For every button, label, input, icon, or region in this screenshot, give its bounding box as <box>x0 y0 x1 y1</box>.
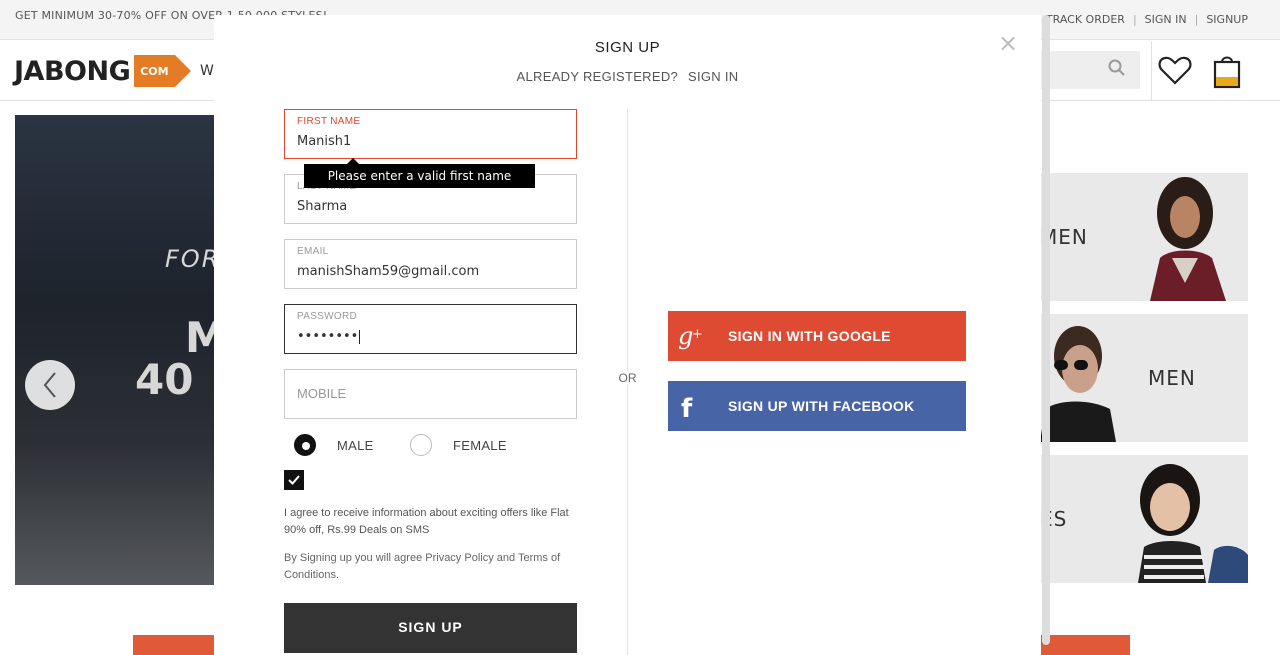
nav-item-partial[interactable]: W <box>200 63 214 79</box>
svg-text:+: + <box>692 327 703 342</box>
validation-tooltip: Please enter a valid first name <box>304 158 535 188</box>
logo-badge: COM <box>134 55 192 87</box>
password-label: PASSWORD <box>297 311 357 322</box>
text-caret <box>359 329 361 344</box>
last-name-value[interactable]: Sharma <box>297 199 347 214</box>
top-signup-link[interactable]: SIGNUP <box>1206 13 1248 26</box>
google-signin-button[interactable]: g + SIGN IN WITH GOOGLE <box>668 311 966 361</box>
male-label: MALE <box>337 437 374 453</box>
facebook-button-label: SIGN UP WITH FACEBOOK <box>728 398 915 414</box>
password-mask: •••••••• <box>297 329 359 344</box>
category-tile-kids[interactable]: ES <box>1040 455 1248 583</box>
google-plus-icon: g + <box>678 321 708 351</box>
wishlist-heart-icon[interactable] <box>1158 54 1192 90</box>
signup-modal: SIGN UP ALREADY REGISTERED? SIGN IN × FI… <box>214 15 1041 655</box>
carousel-prev-arrow-icon[interactable] <box>25 360 75 410</box>
google-button-label: SIGN IN WITH GOOGLE <box>728 328 891 344</box>
modal-scrollbar[interactable] <box>1042 15 1050 645</box>
jabong-logo[interactable]: JABONG COM <box>14 55 192 87</box>
already-registered: ALREADY REGISTERED? SIGN IN <box>214 69 1041 84</box>
top-links: TRACK ORDER | SIGN IN | SIGNUP <box>1046 13 1248 26</box>
hero-banner[interactable]: FORE M 40 <box>15 115 236 585</box>
track-order-link[interactable]: TRACK ORDER <box>1046 13 1125 26</box>
modal-title: SIGN UP <box>594 39 661 56</box>
radio-selected-icon[interactable] <box>294 434 316 456</box>
category-tile-men[interactable]: MEN <box>1040 314 1248 442</box>
agree-text: I agree to receive information about exc… <box>284 507 569 536</box>
mobile-field[interactable]: MOBILE <box>284 369 577 419</box>
facebook-icon: f <box>678 391 708 424</box>
category-label: MEN <box>1148 366 1196 390</box>
first-name-label: FIRST NAME <box>297 116 361 127</box>
first-name-value[interactable]: Manish1 <box>297 134 351 149</box>
female-label: FEMALE <box>453 437 507 453</box>
top-signin-link[interactable]: SIGN IN <box>1145 13 1187 26</box>
search-icon[interactable] <box>1108 59 1126 82</box>
email-label: EMAIL <box>297 246 329 257</box>
header-divider <box>1151 41 1152 101</box>
close-icon[interactable]: × <box>998 31 1018 55</box>
email-value[interactable]: manishSham59@gmail.com <box>297 264 479 279</box>
password-field[interactable]: PASSWORD •••••••• <box>284 304 577 354</box>
shopping-bag-icon[interactable] <box>1213 53 1241 93</box>
search-box[interactable] <box>1040 51 1140 89</box>
agree-checkbox[interactable] <box>284 470 304 490</box>
password-value[interactable]: •••••••• <box>297 329 361 344</box>
category-tile-women[interactable]: MEN <box>1040 173 1248 301</box>
checkmark-icon <box>288 475 300 485</box>
mobile-placeholder: MOBILE <box>297 386 347 401</box>
logo-text: JABONG <box>14 55 131 87</box>
already-registered-text: ALREADY REGISTERED? <box>516 69 679 84</box>
facebook-signup-button[interactable]: f SIGN UP WITH FACEBOOK <box>668 381 966 431</box>
bottom-banner-right <box>1041 635 1130 655</box>
hero-line3: 40 <box>135 355 194 404</box>
first-name-field[interactable]: FIRST NAME Manish1 <box>284 109 577 159</box>
modal-signin-link[interactable]: SIGN IN <box>688 69 739 84</box>
separator: | <box>1194 13 1199 26</box>
separator: | <box>1132 13 1137 26</box>
or-separator: OR <box>614 371 641 385</box>
bottom-banner-left <box>133 635 215 655</box>
svg-text:f: f <box>681 394 693 421</box>
terms-text: By Signing up you will agree Privacy Pol… <box>284 552 561 581</box>
gender-female-radio[interactable]: FEMALE <box>410 434 507 456</box>
radio-unselected-icon[interactable] <box>410 434 432 456</box>
email-field[interactable]: EMAIL manishSham59@gmail.com <box>284 239 577 289</box>
signup-button[interactable]: SIGN UP <box>284 603 577 653</box>
gender-male-radio[interactable]: MALE <box>294 434 374 456</box>
